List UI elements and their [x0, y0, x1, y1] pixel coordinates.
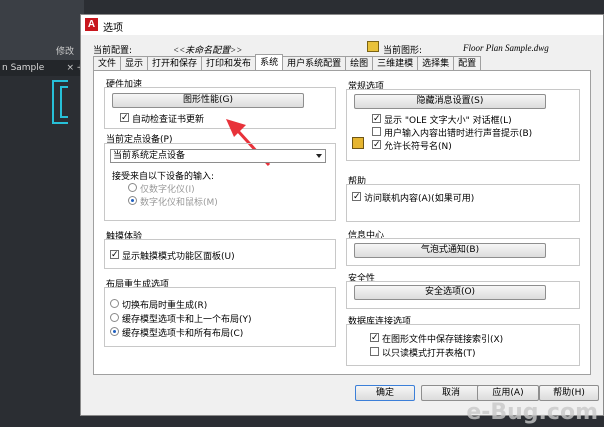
long-symbol-names-checkbox[interactable]: ✓: [372, 140, 381, 150]
chevron-down-icon: [316, 154, 322, 158]
access-online-checkbox[interactable]: ✓: [352, 192, 361, 202]
pointing-device-select[interactable]: 当前系统定点设备: [110, 149, 326, 163]
app-ribbon-background: [0, 0, 84, 68]
drawing-tab[interactable]: n Sample × +: [0, 60, 84, 76]
regen-switch-radio[interactable]: [110, 299, 119, 308]
db-connection-group: [346, 324, 580, 366]
digitizer-mouse-radio: [128, 196, 137, 205]
drawing-geometry: [60, 86, 68, 118]
store-link-index-checkbox[interactable]: ✓: [370, 333, 379, 343]
current-drawing-value: Floor Plan Sample.dwg: [463, 43, 549, 53]
autocad-logo-icon: A: [85, 18, 98, 31]
digitizer-mouse-label: 数字化仪和鼠标(M): [140, 198, 218, 208]
current-drawing-label: 当前图形:: [383, 46, 423, 56]
tab-user-preferences[interactable]: 用户系统配置: [282, 56, 347, 70]
watermark-logo: e-Bug.com: [466, 400, 598, 425]
dialog-title: 选项: [103, 23, 123, 34]
security-options-button[interactable]: 安全选项(O): [354, 285, 546, 300]
tab-display[interactable]: 显示: [120, 56, 149, 70]
tab-3d-modeling[interactable]: 三维建模: [372, 56, 419, 70]
long-symbol-names-label: 允许长符号名(N): [384, 142, 452, 152]
options-tabs: 文件 显示 打开和保存 打印和发布 系统 用户系统配置 绘图 三维建模 选择集 …: [93, 54, 482, 71]
drawing-file-icon: [367, 41, 379, 52]
auto-check-cert-checkbox[interactable]: ✓: [120, 113, 129, 123]
tab-files[interactable]: 文件: [93, 56, 122, 70]
accept-input-label: 接受来自以下设备的输入:: [112, 172, 215, 182]
digitizer-only-radio: [128, 183, 137, 192]
help-button[interactable]: 帮助(H): [539, 385, 599, 401]
close-icon[interactable]: ×: [66, 60, 74, 76]
current-profile-value: <<未命名配置>>: [173, 45, 243, 55]
hidden-message-settings-button[interactable]: 隐藏消息设置(S): [354, 94, 546, 109]
input-error-beep-label: 用户输入内容出错时进行声音提示(B): [384, 129, 533, 139]
current-profile-label: 当前配置:: [93, 46, 133, 56]
digitizer-only-label: 仅数字化仪(I): [140, 185, 195, 195]
ole-dialog-checkbox[interactable]: ✓: [372, 114, 381, 124]
cache-model-all-radio[interactable]: [110, 327, 119, 336]
input-error-beep-checkbox[interactable]: [372, 127, 381, 136]
drawing-tab-label: n Sample: [2, 63, 45, 73]
store-link-index-label: 在图形文件中保存链接索引(X): [382, 335, 504, 345]
cache-model-all-label: 缓存模型选项卡和所有布局(C): [122, 329, 244, 339]
show-touch-ribbon-checkbox[interactable]: ✓: [110, 250, 119, 260]
cancel-button[interactable]: 取消: [421, 385, 481, 401]
open-tables-readonly-checkbox[interactable]: [370, 347, 379, 356]
access-online-label: 访问联机内容(A)(如果可用): [364, 194, 475, 204]
auto-check-cert-label: 自动检查证书更新: [132, 115, 205, 125]
tab-drafting[interactable]: 绘图: [345, 56, 374, 70]
tab-open-save[interactable]: 打开和保存: [147, 56, 203, 70]
pointing-device-value: 当前系统定点设备: [113, 151, 186, 161]
modify-panel-label: 修改: [56, 47, 75, 57]
graphics-performance-button[interactable]: 图形性能(G): [112, 93, 304, 108]
ole-dialog-label: 显示 "OLE 文字大小" 对话框(L): [384, 116, 512, 126]
cache-model-last-radio[interactable]: [110, 313, 119, 322]
system-tab-panel: 硬件加速 图形性能(G) ✓ 自动检查证书更新 当前定点设备(P) 当前系统定点…: [93, 70, 591, 375]
balloon-notifications-button[interactable]: 气泡式通知(B): [354, 243, 546, 258]
security-shield-icon: [352, 137, 364, 149]
dialog-titlebar: A 选项: [81, 15, 603, 35]
cache-model-last-label: 缓存模型选项卡和上一个布局(Y): [122, 315, 252, 325]
show-touch-ribbon-label: 显示触摸模式功能区面板(U): [122, 252, 235, 262]
tab-profiles[interactable]: 配置: [453, 56, 482, 70]
open-tables-readonly-label: 以只读模式打开表格(T): [382, 349, 476, 359]
tab-system[interactable]: 系统: [255, 54, 284, 70]
regen-switch-label: 切换布局时重生成(R): [122, 301, 208, 311]
ok-button[interactable]: 确定: [355, 385, 415, 401]
tab-plot-publish[interactable]: 打印和发布: [201, 56, 257, 70]
apply-button[interactable]: 应用(A): [477, 385, 539, 401]
tab-selection[interactable]: 选择集: [417, 56, 455, 70]
options-dialog: A 选项 当前配置: <<未命名配置>> 当前图形: Floor Plan Sa…: [80, 14, 604, 416]
